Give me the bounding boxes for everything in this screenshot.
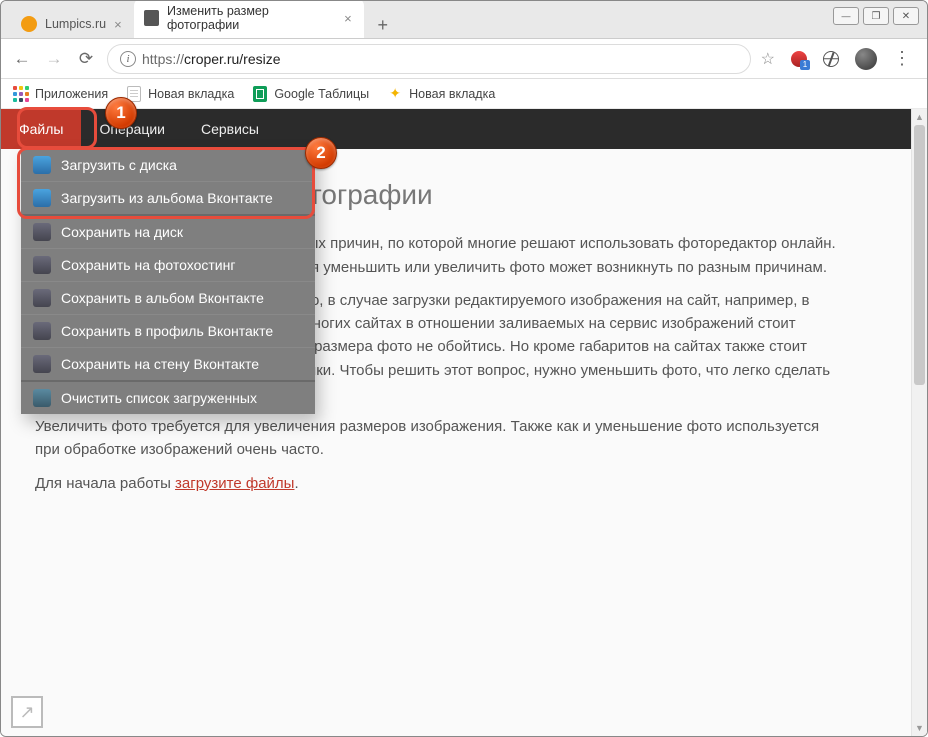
vertical-scrollbar[interactable]: ▲ ▼ (911, 109, 927, 736)
annotation-badge-1: 1 (105, 97, 137, 129)
browser-menu-button[interactable]: ⋮ (893, 48, 909, 69)
save-icon (33, 289, 51, 307)
bookmark-label: Google Таблицы (274, 87, 369, 101)
scroll-thumb[interactable] (914, 125, 925, 385)
window-close-button[interactable] (893, 7, 919, 25)
browser-tab-lumpics[interactable]: Lumpics.ru × (11, 10, 134, 38)
bookmark-newtab-1[interactable]: Новая вкладка (126, 86, 234, 102)
external-link-icon[interactable]: ↗ (11, 696, 43, 728)
forward-button: → (43, 48, 65, 70)
back-button[interactable]: ← (11, 48, 33, 70)
bookmarks-bar: Приложения Новая вкладка Google Таблицы … (1, 79, 927, 109)
site-menu-services[interactable]: Сервисы (183, 109, 277, 149)
browser-tab-croper[interactable]: Изменить размер фотографии × (134, 0, 364, 38)
cta-line: Для начала работы загрузите файлы. (35, 472, 837, 495)
menu-save-to-vk-album[interactable]: Сохранить в альбом Вконтакте (21, 281, 315, 314)
page-content: Файлы Операции Сервисы Изменить размер ф… (1, 109, 927, 736)
menu-save-to-photohosting[interactable]: Сохранить на фотохостинг (21, 248, 315, 281)
url-scheme: https://croper.ru/resize (142, 51, 281, 67)
window-maximize-button[interactable] (863, 7, 889, 25)
menu-load-from-vk-album[interactable]: Загрузить из альбома Вконтакте (21, 181, 315, 214)
new-tab-button[interactable]: + (370, 12, 396, 38)
upload-icon (33, 156, 51, 174)
files-dropdown-menu: Загрузить с диска Загрузить из альбома В… (21, 149, 315, 414)
menu-clear-uploaded-list[interactable]: Очистить список загруженных (21, 380, 315, 414)
sheets-icon (252, 86, 268, 102)
scroll-down-button[interactable]: ▼ (912, 720, 927, 736)
tab-close-button[interactable]: × (114, 17, 122, 32)
bookmark-label: Новая вкладка (409, 87, 495, 101)
profile-avatar[interactable] (855, 48, 877, 70)
tab-favicon (21, 16, 37, 32)
tab-strip: Lumpics.ru × Изменить размер фотографии … (1, 1, 927, 39)
bookmark-label: Приложения (35, 87, 108, 101)
scroll-up-button[interactable]: ▲ (912, 109, 927, 125)
browser-window: Lumpics.ru × Изменить размер фотографии … (0, 0, 928, 737)
tab-title: Изменить размер фотографии (167, 4, 336, 32)
reload-button[interactable]: ⟳ (75, 48, 97, 70)
site-menu-bar: Файлы Операции Сервисы (1, 109, 927, 149)
save-icon (33, 322, 51, 340)
extension-globe-icon[interactable] (823, 51, 839, 67)
address-bar[interactable]: i https://croper.ru/resize (107, 44, 751, 74)
clear-icon (33, 389, 51, 407)
upload-icon (33, 189, 51, 207)
bookmark-label: Новая вкладка (148, 87, 234, 101)
apps-icon (13, 86, 29, 102)
site-menu-files[interactable]: Файлы (1, 109, 81, 149)
menu-save-to-disk[interactable]: Сохранить на диск (21, 214, 315, 248)
menu-save-to-vk-wall[interactable]: Сохранить на стену Вконтакте (21, 347, 315, 380)
bookmark-newtab-2[interactable]: ✦ Новая вкладка (387, 86, 495, 102)
bookmark-apps[interactable]: Приложения (13, 86, 108, 102)
save-icon (33, 223, 51, 241)
window-minimize-button[interactable] (833, 7, 859, 25)
bookmark-star-icon[interactable]: ☆ (761, 49, 775, 69)
bookmark-google-sheets[interactable]: Google Таблицы (252, 86, 369, 102)
upload-files-link[interactable]: загрузите файлы (175, 475, 294, 492)
tab-title: Lumpics.ru (45, 17, 106, 31)
tab-close-button[interactable]: × (344, 11, 352, 26)
menu-save-to-vk-profile[interactable]: Сохранить в профиль Вконтакте (21, 314, 315, 347)
extension-icon-1[interactable] (791, 51, 807, 67)
save-icon (33, 355, 51, 373)
save-icon (33, 256, 51, 274)
menu-load-from-disk[interactable]: Загрузить с диска (21, 149, 315, 181)
spark-icon: ✦ (387, 86, 403, 102)
body-paragraph: Увеличить фото требуется для увеличения … (35, 415, 837, 462)
annotation-badge-2: 2 (305, 137, 337, 169)
tab-favicon (144, 10, 159, 26)
site-info-icon[interactable]: i (120, 51, 136, 67)
browser-toolbar: ← → ⟳ i https://croper.ru/resize ☆ ⋮ (1, 39, 927, 79)
